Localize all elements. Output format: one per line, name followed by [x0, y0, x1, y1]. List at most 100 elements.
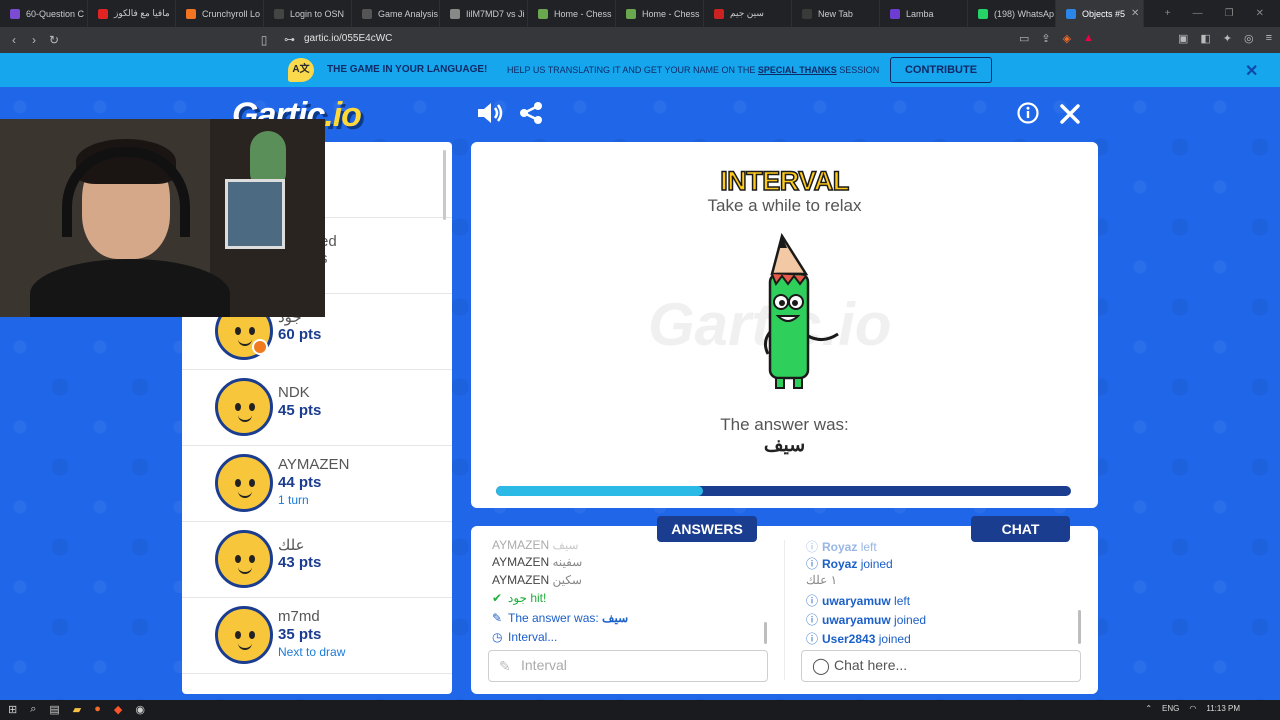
banner-close-icon[interactable]: ✕ [1245, 61, 1258, 81]
browser-tab[interactable]: (198) WhatsAp [968, 0, 1056, 27]
pencil-mascot-icon [763, 232, 839, 389]
brave-icon[interactable]: ◆ [114, 703, 122, 716]
share-icon[interactable] [519, 101, 543, 125]
minimize-icon[interactable]: — [1193, 8, 1203, 19]
answers-scrollbar[interactable] [764, 622, 767, 644]
tab-favicon-icon [1066, 8, 1076, 19]
close-window-icon[interactable]: ✕ [1256, 8, 1264, 19]
tab-answers[interactable]: ANSWERS [657, 516, 757, 542]
tab-label: مافيا مع فالكوز [114, 8, 170, 18]
player-list-scrollbar[interactable] [443, 150, 446, 220]
translation-banner: A文 THE GAME IN YOUR LANGUAGE! HELP US TR… [0, 53, 1280, 87]
obs-icon[interactable]: ◉ [135, 703, 145, 716]
player-row[interactable]: NDK 45 pts [182, 370, 452, 446]
player-points: 43 pts [278, 554, 322, 571]
chat-user: uwaryamuw [822, 613, 891, 627]
search-icon[interactable]: ⌕ [30, 703, 36, 716]
extensions-area: ▭ ⇪ ◈ ▲ ▣ ◧ ✦ ◎ ≡ [1019, 32, 1272, 45]
special-thanks-link[interactable]: SPECIAL THANKS [758, 65, 837, 75]
cam-frame [225, 179, 285, 249]
info-icon: ⓘ [806, 557, 819, 571]
chat-text: left [894, 594, 911, 608]
file-explorer-icon[interactable]: ▰ [73, 703, 81, 716]
browser-tab[interactable]: IilM7MD7 vs Ji [440, 0, 528, 27]
clock-icon: ◷ [492, 630, 503, 644]
exit-icon[interactable] [1059, 103, 1081, 125]
rewards-icon[interactable]: ▲ [1083, 32, 1094, 45]
chat-scrollbar[interactable] [1078, 610, 1081, 644]
tab-label: Lamba [906, 8, 934, 19]
player-row[interactable]: m7md 35 pts Next to draw [182, 598, 452, 674]
player-row[interactable]: AYMAZEN 44 pts 1 turn [182, 446, 452, 522]
info-icon: ⓘ [806, 540, 819, 554]
player-status: 1 turn [278, 493, 309, 507]
share-icon[interactable]: ⇪ [1041, 32, 1050, 45]
task-view-icon[interactable]: ▤ [49, 703, 59, 716]
back-icon[interactable]: ‹ [4, 33, 24, 47]
bookmark-icon[interactable]: ▯ [254, 33, 274, 47]
browser-tab[interactable]: Home - Chess [528, 0, 616, 27]
browser-tab[interactable]: Home - Chess [616, 0, 704, 27]
sidebar-icon[interactable]: ◧ [1200, 32, 1210, 45]
browser-tab[interactable]: Login to OSN [264, 0, 352, 27]
player-row[interactable]: علك 43 pts [182, 522, 452, 598]
answer-message: ✔ جود hit! [492, 591, 546, 605]
tab-favicon-icon [450, 8, 460, 19]
forward-icon[interactable]: › [24, 33, 44, 47]
answer-text: سيف [552, 538, 579, 552]
pencil-icon: ✎ [492, 611, 503, 625]
reload-icon[interactable]: ↻ [44, 33, 64, 47]
extensions-icon[interactable]: ✦ [1223, 32, 1232, 45]
screen-icon[interactable]: ▭ [1019, 32, 1029, 45]
wallet-icon[interactable]: ▣ [1178, 32, 1188, 45]
tab-label: Crunchyroll Lo [202, 8, 261, 19]
restore-icon[interactable]: ❐ [1225, 8, 1234, 19]
wifi-icon[interactable]: ◠ [1189, 704, 1196, 713]
language-indicator[interactable]: ENG [1162, 704, 1179, 713]
url-field[interactable]: gartic.io/055E4cWC [304, 33, 392, 44]
sound-icon[interactable] [476, 100, 504, 126]
site-info-icon[interactable]: ⊶ [284, 33, 295, 46]
logo-suffix: .io [324, 96, 362, 134]
clock[interactable]: 11:13 PM [1206, 704, 1240, 713]
new-tab-button[interactable]: + [1165, 8, 1171, 19]
chat-input[interactable]: ◯ Chat here... [801, 650, 1081, 682]
browser-tab[interactable]: 60-Question C [0, 0, 88, 27]
player-points: 35 pts [278, 626, 322, 643]
firefox-icon[interactable]: ● [94, 703, 101, 716]
chat-message: ⓘ uwaryamuw joined [806, 611, 926, 628]
answer-user: AYMAZEN [492, 573, 550, 587]
tab-chat[interactable]: CHAT [971, 516, 1070, 542]
chat-user: User2843 [822, 632, 876, 646]
player-name: AYMAZEN [278, 456, 350, 473]
answer-user: AYMAZEN [492, 555, 550, 569]
browser-tab[interactable]: مافيا مع فالكوز [88, 0, 176, 27]
browser-tab[interactable]: New Tab [792, 0, 880, 27]
contribute-button[interactable]: CONTRIBUTE [890, 57, 992, 83]
chat-message: ⓘ Royaz joined [806, 555, 893, 572]
browser-tab[interactable]: Lamba [880, 0, 968, 27]
tab-favicon-icon [10, 8, 20, 19]
brave-shield-icon[interactable]: ◈ [1063, 32, 1071, 45]
vpn-icon[interactable]: ◎ [1244, 32, 1254, 45]
tab-favicon-icon [890, 8, 900, 19]
browser-tab[interactable]: Crunchyroll Lo [176, 0, 264, 27]
banner-title: THE GAME IN YOUR LANGUAGE! [327, 64, 488, 75]
player-points: 44 pts [278, 474, 322, 491]
windows-start-icon[interactable]: ⊞ [8, 703, 17, 716]
menu-icon[interactable]: ≡ [1266, 32, 1272, 45]
browser-tab[interactable]: Game Analysis [352, 0, 440, 27]
chat-user: Royaz [822, 540, 858, 554]
info-icon[interactable] [1017, 102, 1039, 124]
answer-input[interactable]: ✎ Interval [488, 650, 768, 682]
system-tray: ⌃ ENG ◠ 11:13 PM [1145, 704, 1240, 713]
tab-close-icon[interactable]: ✕ [1131, 8, 1139, 19]
chat-text: joined [894, 613, 927, 627]
player-avatar [215, 606, 273, 664]
answer-user: جود [508, 591, 527, 605]
tray-expand-icon[interactable]: ⌃ [1145, 704, 1152, 713]
tab-label: Objects #5 [1082, 8, 1126, 19]
browser-tab[interactable]: سين جيم [704, 0, 792, 27]
check-icon: ✔ [492, 591, 503, 605]
browser-tab[interactable]: Objects #5 ✕ [1056, 0, 1144, 27]
